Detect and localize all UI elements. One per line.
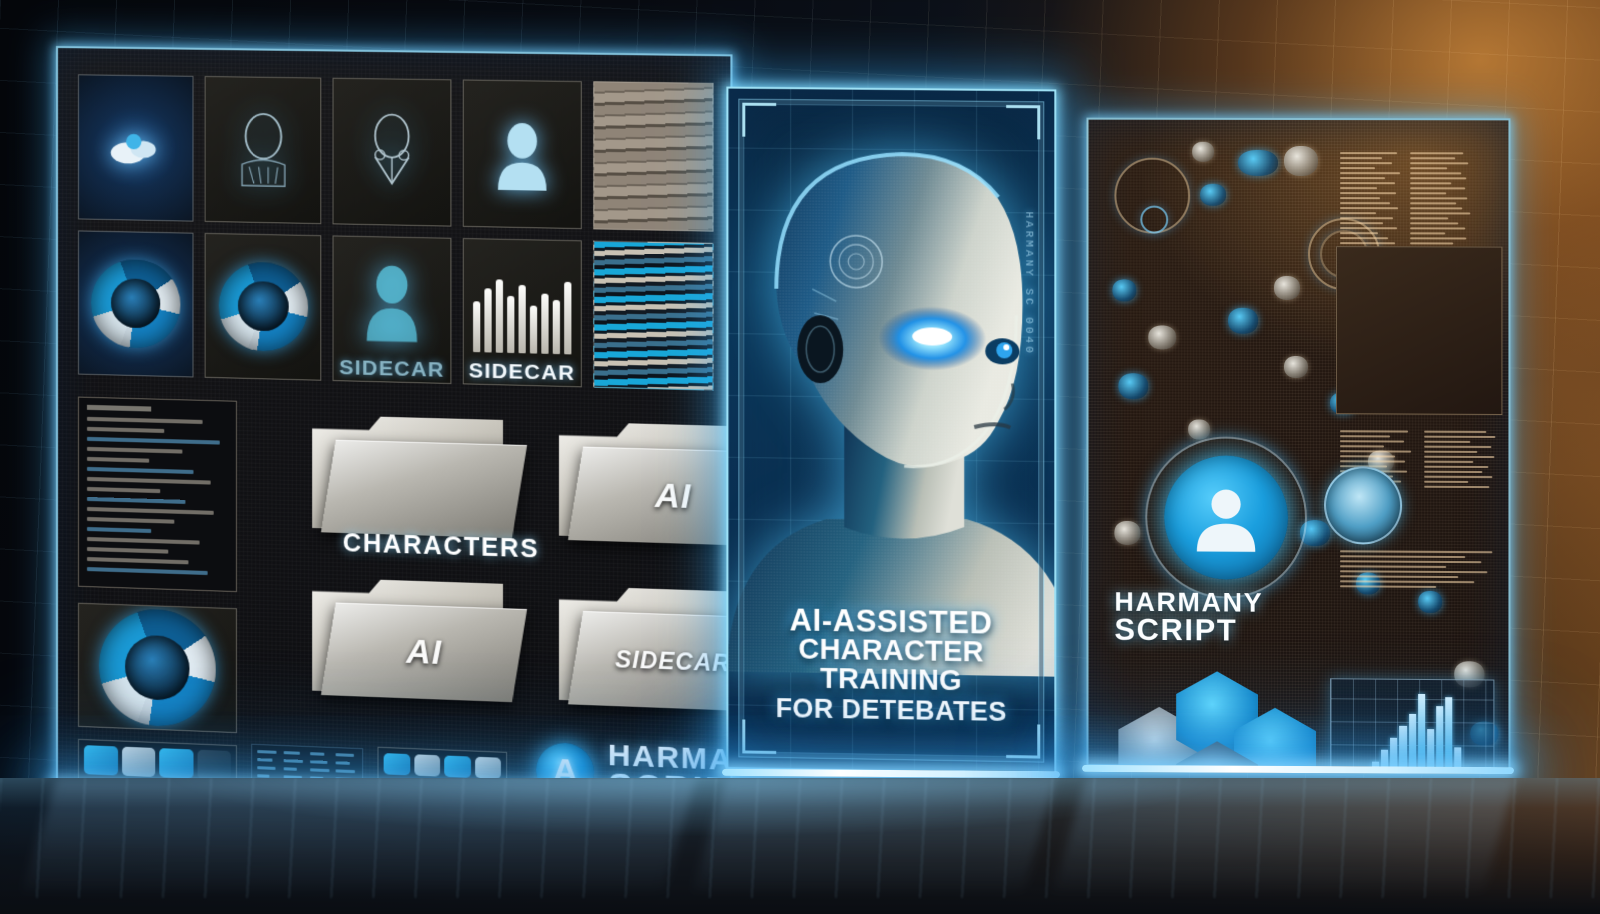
- hexagon-tile-cluster: [1118, 671, 1318, 770]
- schematic-blob: [1118, 373, 1149, 400]
- caption-line-2: CHARACTER TRAINING: [798, 633, 984, 698]
- schematic-ring-small: [1140, 205, 1169, 234]
- folder-front: [321, 439, 528, 539]
- asset-browser-panel[interactable]: SIDECAR SIDECAR CHARACTERS AI AI SIDECAR…: [56, 46, 733, 817]
- android-head-figure: [726, 112, 1057, 678]
- schematic-blob: [1148, 325, 1177, 350]
- tile-avatar-silhouette[interactable]: [462, 79, 582, 229]
- tile-label: SIDECAR: [468, 359, 576, 386]
- ai-character-preview-panel[interactable]: HARMANY SC 0040 AI-ASSISTED CHARACTER TR…: [726, 86, 1057, 775]
- harmany-script-brand-right: HARMANY SCRIPT: [1114, 587, 1263, 648]
- schematic-blob: [1114, 520, 1141, 545]
- tile-radial-dial-1[interactable]: [77, 229, 194, 378]
- user-avatar-icon[interactable]: [1164, 455, 1289, 580]
- bottle-bar-graphic: [472, 271, 572, 355]
- folder-front: AI: [321, 602, 528, 703]
- schematic-blob: [1192, 141, 1215, 162]
- folder-front-label: AI: [654, 476, 691, 516]
- glow-rail-center: [721, 768, 1061, 779]
- corner-bracket-top-right: [1006, 105, 1041, 140]
- cloud-mesh-icon: [110, 133, 156, 164]
- folder-grid: CHARACTERS AI AI SIDECAR: [306, 413, 733, 744]
- chart-bar: [1435, 705, 1443, 770]
- center-panel-caption: AI-ASSISTED CHARACTER TRAINING FOR DETEB…: [736, 601, 1046, 727]
- scene-root: SIDECAR SIDECAR CHARACTERS AI AI SIDECAR…: [0, 0, 1600, 914]
- hologram-figure-icon: [366, 265, 418, 342]
- radial-dial-graphic: [99, 607, 216, 728]
- folder-sidecar[interactable]: SIDECAR: [553, 583, 733, 743]
- tile-sidecar-bottles[interactable]: SIDECAR: [462, 237, 582, 388]
- thumbnail-tile-grid: SIDECAR SIDECAR: [77, 74, 714, 391]
- corner-bracket-bottom-left: [742, 719, 777, 755]
- tile-wireframe-head[interactable]: [332, 77, 451, 227]
- analytics-dashboard-panel[interactable]: HARMANY SCRIPT: [1086, 117, 1511, 770]
- sketch-bust-icon: [228, 108, 299, 192]
- chart-bar: [1417, 693, 1425, 770]
- corner-bracket-top-left: [742, 102, 777, 137]
- schematic-blob: [1200, 183, 1227, 206]
- caption-line-3: FOR DETEBATES: [775, 692, 1007, 727]
- schematic-blob: [1284, 145, 1319, 177]
- chart-bar: [1399, 726, 1407, 770]
- schematic-blob: [1274, 275, 1300, 301]
- tile-blue-stripe-list[interactable]: [593, 240, 714, 391]
- tile-sidecar-hologram[interactable]: SIDECAR: [332, 234, 451, 385]
- folder-front: SIDECAR: [568, 610, 733, 712]
- training-progress-bar-chart[interactable]: [1330, 678, 1495, 770]
- chart-bar: [1444, 697, 1453, 770]
- folder-characters[interactable]: CHARACTERS: [306, 413, 539, 570]
- data-text-block: [1410, 152, 1472, 250]
- person-glyph: [1196, 489, 1256, 552]
- schematic-blob: [1188, 419, 1211, 440]
- preview-thumbnail-card[interactable]: [1336, 246, 1503, 416]
- folder-front-label: SIDECAR: [614, 645, 731, 677]
- radial-dial-graphic: [218, 260, 308, 353]
- schematic-blob: [1112, 279, 1137, 302]
- data-text-block: [1424, 430, 1500, 489]
- tile-radial-dial-2[interactable]: [204, 232, 322, 381]
- chart-bar: [1408, 714, 1416, 770]
- data-text-block: [1340, 152, 1402, 250]
- tile-sketch-bust[interactable]: [204, 76, 322, 224]
- schematic-blob: [1228, 307, 1259, 334]
- folder-front: AI: [568, 446, 733, 547]
- folder-front-label: AI: [405, 632, 442, 672]
- folder-ai-1[interactable]: AI: [553, 419, 733, 578]
- chart-bar: [1426, 729, 1434, 770]
- radial-dial-card[interactable]: [77, 602, 237, 734]
- folder-ai-2[interactable]: AI: [306, 575, 528, 734]
- tile-striped-timeline[interactable]: [593, 81, 714, 232]
- brand-line-2: SCRIPT: [1114, 612, 1238, 648]
- caption-line-1: AI-ASSISTED: [789, 601, 993, 641]
- schematic-blob: [1238, 149, 1279, 176]
- secondary-portrait-icon[interactable]: [1324, 466, 1403, 545]
- folder-caption: CHARACTERS: [342, 528, 540, 564]
- glow-rail-right: [1081, 764, 1515, 775]
- data-text-block: [1340, 550, 1500, 588]
- hud-side-text: HARMANY SC 0040: [1022, 211, 1035, 356]
- schematic-blob: [1284, 355, 1308, 379]
- schematic-blob: [1418, 590, 1443, 614]
- person-silhouette-icon: [497, 122, 547, 191]
- tile-label: SIDECAR: [339, 355, 445, 382]
- chart-bars: [1336, 687, 1488, 770]
- wireframe-head-icon: [356, 110, 428, 194]
- log-list-card[interactable]: [77, 396, 237, 593]
- chart-bar: [1390, 737, 1398, 770]
- tile-mesh-cloud[interactable]: [77, 74, 194, 222]
- corner-bracket-bottom-right: [1006, 723, 1041, 759]
- radial-dial-graphic: [91, 258, 181, 349]
- reflective-floor: [0, 778, 1600, 914]
- log-card-header: [86, 404, 152, 412]
